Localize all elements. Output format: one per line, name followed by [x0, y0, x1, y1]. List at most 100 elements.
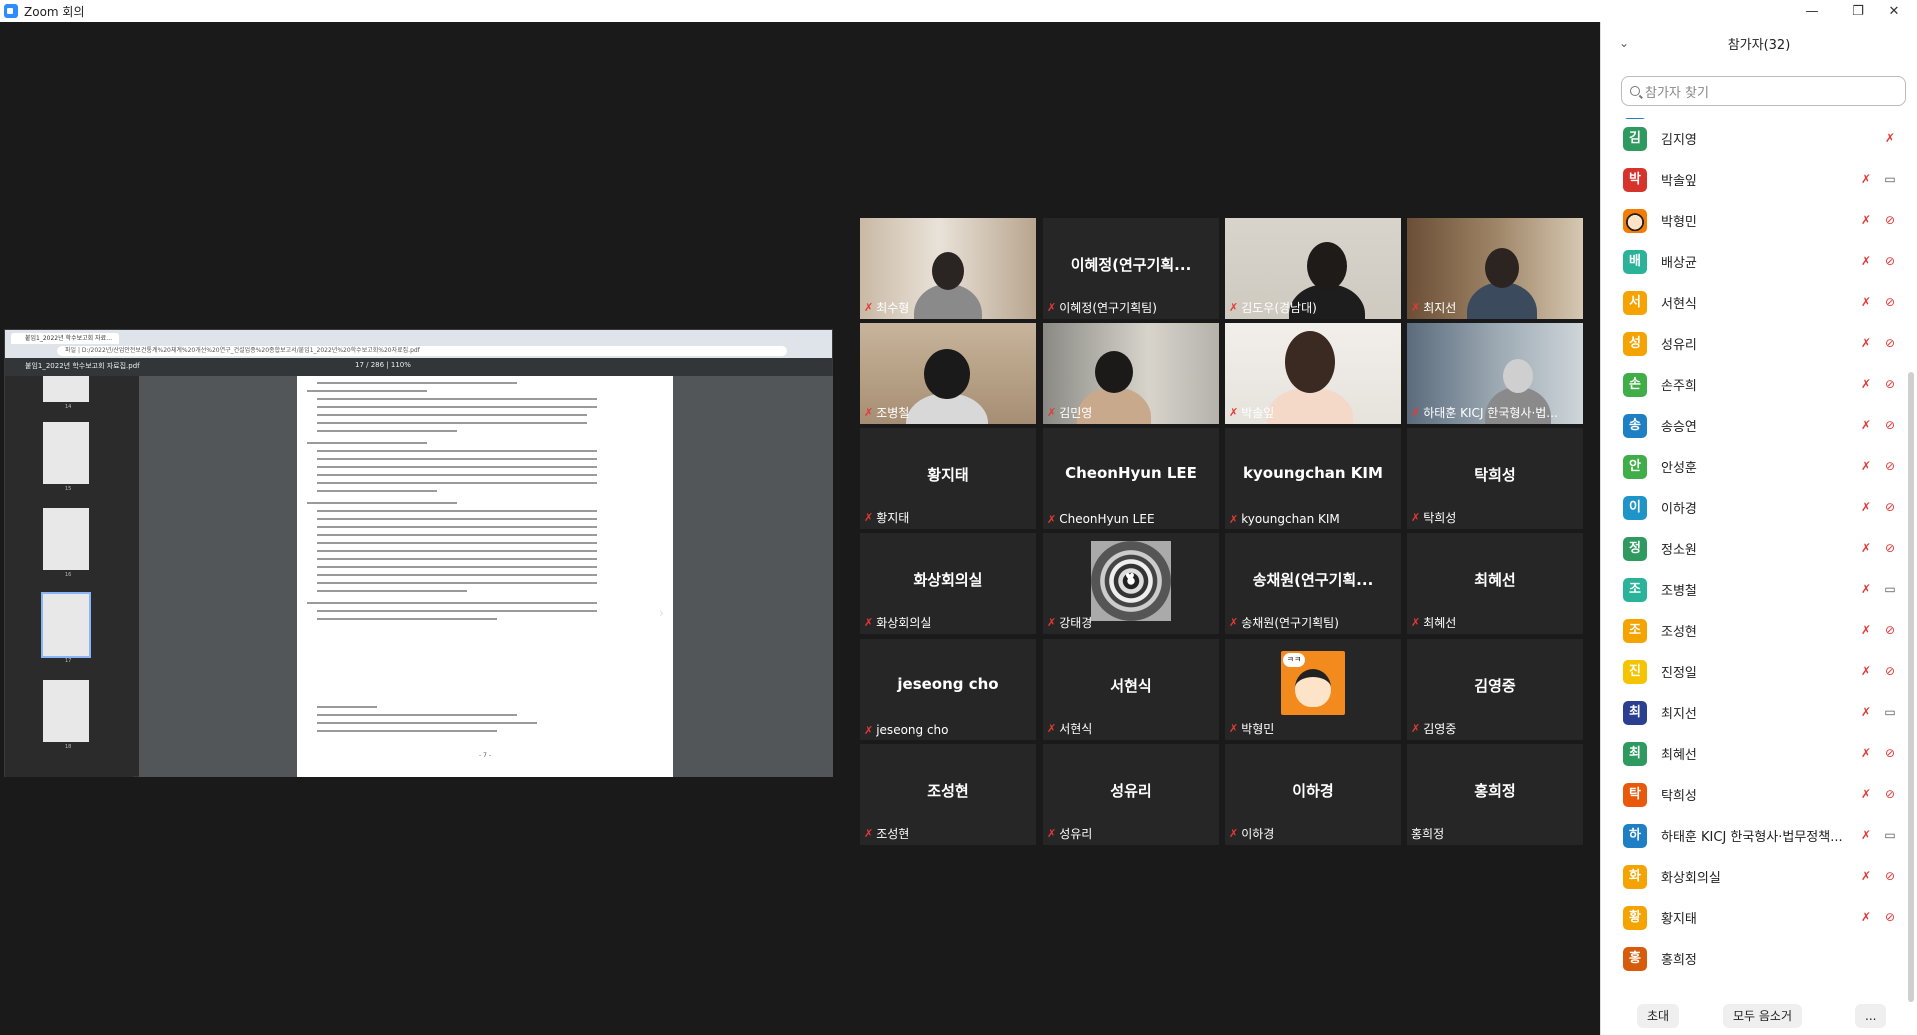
muted-mic-icon: ✗	[864, 406, 874, 419]
camera-icon: ▭	[1884, 582, 1896, 596]
muted-mic-icon: ✗	[1229, 512, 1239, 526]
tile-name-label: ✗ 이혜정(연구기획팀)	[1047, 299, 1157, 316]
participant-row[interactable]: 서 서현식 ✗ ⊘	[1601, 282, 1901, 323]
tile-name-text: 김영중	[1423, 722, 1457, 736]
video-tile[interactable]: 서현식 ✗ 서현식	[1043, 639, 1219, 740]
video-tile[interactable]: CheonHyun LEE ✗ CheonHyun LEE	[1043, 428, 1219, 529]
tile-name-label: ✗ 송채원(연구기획팀)	[1229, 614, 1339, 631]
participant-row[interactable]: 손 손주희 ✗ ⊘	[1601, 364, 1901, 405]
participant-row[interactable]: 정 정소원 ✗ ⊘	[1601, 528, 1901, 569]
pdf-thumb-label: 15	[65, 486, 72, 492]
video-tile[interactable]: 이하경 ✗ 이하경	[1225, 744, 1401, 845]
participant-row[interactable]: 최 최지선 ✗ ▭	[1601, 692, 1901, 733]
muted-mic-icon: ✗	[1411, 301, 1421, 314]
tile-name-text: 화상회의실	[876, 616, 932, 630]
tile-name-label: ✗ 서현식	[1047, 720, 1092, 737]
participant-row[interactable]: 이 이하경 ✗ ⊘	[1601, 487, 1901, 528]
tile-name-text: 이혜정(연구기획팀)	[1059, 301, 1157, 315]
muted-mic-icon: ✗	[1229, 301, 1239, 314]
video-tile[interactable]: ♥ ✗ 강태경	[1043, 533, 1219, 634]
video-tile[interactable]: 성유리 ✗ 성유리	[1043, 744, 1219, 845]
muted-mic-icon: ✗	[1047, 512, 1057, 526]
close-button[interactable]: ✕	[1871, 0, 1917, 22]
video-tile[interactable]: 탁희성 ✗ 탁희성	[1407, 428, 1583, 529]
video-tile[interactable]: ✗ 하태훈 KICJ 한국형사·법...	[1407, 323, 1583, 424]
pdf-text-line	[317, 706, 377, 708]
shared-screen[interactable]: 붙임1_2022년 학수보고회 자료… 파일 | D:/2022년/산업안전보건…	[4, 329, 833, 777]
participant-row[interactable]: 조 조성현 ✗ ⊘	[1601, 610, 1901, 651]
tile-name-text: 김도우(경남대)	[1241, 301, 1317, 315]
tile-name-label: ✗ 조성현	[864, 825, 909, 842]
muted-mic-icon: ✗	[1860, 418, 1872, 432]
muted-mic-icon: ✗	[1229, 722, 1239, 735]
participant-row[interactable]: 탁 탁희성 ✗ ⊘	[1601, 774, 1901, 815]
camera-off-icon: ⊘	[1884, 664, 1896, 678]
participant-row[interactable]: 배 배상균 ✗ ⊘	[1601, 241, 1901, 282]
video-tile[interactable]: ✗ 조병철	[860, 323, 1036, 424]
tile-name-text: 최혜선	[1423, 616, 1457, 630]
pdf-thumb-label: 14	[65, 404, 72, 410]
video-tile[interactable]: jeseong cho ✗ jeseong cho	[860, 639, 1036, 740]
participant-row[interactable]: 박 박솔잎 ✗ ▭	[1601, 159, 1901, 200]
muted-mic-icon: ✗	[864, 723, 874, 737]
participant-name: 안성훈	[1661, 461, 1697, 476]
video-tile[interactable]: ✗ 최지선	[1407, 218, 1583, 319]
participant-row[interactable]: 최 최혜선 ✗ ⊘	[1601, 733, 1901, 774]
muted-mic-icon: ✗	[1411, 511, 1421, 524]
tile-display-name: 탁희성	[1474, 466, 1516, 484]
video-tile[interactable]: 김영중 ✗ 김영중	[1407, 639, 1583, 740]
muted-mic-icon: ✗	[1411, 616, 1421, 629]
invite-button[interactable]: 초대	[1637, 1004, 1680, 1028]
muted-mic-icon: ✗	[1229, 827, 1239, 840]
video-tile[interactable]: 송채원(연구기획... ✗ 송채원(연구기획팀)	[1225, 533, 1401, 634]
pdf-text-line	[317, 510, 597, 512]
video-tile[interactable]: ✗ 김도우(경남대)	[1225, 218, 1401, 319]
pdf-text-line	[317, 542, 597, 544]
participant-row[interactable]: 성 성유리 ✗ ⊘	[1601, 323, 1901, 364]
pdf-text-line	[317, 490, 437, 492]
video-tile[interactable]: 조성현 ✗ 조성현	[860, 744, 1036, 845]
mute-all-button[interactable]: 모두 음소거	[1723, 1004, 1803, 1028]
participant-list-scrollbar[interactable]	[1908, 372, 1914, 1002]
cartoon-avatar-image: ㅋㅋ	[1281, 651, 1345, 715]
video-tile[interactable]: 화상회의실 ✗ 화상회의실	[860, 533, 1036, 634]
participant-row[interactable]: 황 황지태 ✗ ⊘	[1601, 897, 1901, 938]
muted-mic-icon: ✗	[1884, 131, 1896, 145]
participant-name: 박솔잎	[1661, 174, 1697, 189]
video-tile[interactable]: kyoungchan KIM ✗ kyoungchan KIM	[1225, 428, 1401, 529]
zoom-app-icon	[4, 4, 18, 18]
video-tile[interactable]: 이혜정(연구기획... ✗ 이혜정(연구기획팀)	[1043, 218, 1219, 319]
participant-row[interactable]: 하 하태훈 KICJ 한국형사·법무정책... ✗ ▭	[1601, 815, 1901, 856]
video-tile[interactable]: 홍희정 홍희정	[1407, 744, 1583, 845]
camera-off-icon: ⊘	[1884, 500, 1896, 514]
pdf-page-indicator: 17 / 286 | 110%	[355, 361, 411, 369]
tile-display-name: kyoungchan KIM	[1243, 464, 1383, 482]
participant-search-input[interactable]: 참가자 찾기	[1621, 76, 1906, 106]
video-tile[interactable]: 최혜선 ✗ 최혜선	[1407, 533, 1583, 634]
participant-avatar: 최	[1623, 701, 1647, 725]
next-page-chevron[interactable]: ›	[659, 606, 664, 620]
more-options-button[interactable]: ...	[1855, 1004, 1887, 1028]
participant-row[interactable]: 화 화상회의실 ✗ ⊘	[1601, 856, 1901, 897]
participant-row[interactable]: 박형민 ✗ ⊘	[1601, 200, 1901, 241]
participant-row[interactable]: 안 안성훈 ✗ ⊘	[1601, 446, 1901, 487]
minimize-button[interactable]: —	[1789, 0, 1835, 22]
tile-name-label: ✗ jeseong cho	[864, 723, 949, 737]
tile-name-label: ✗ 화상회의실	[864, 614, 931, 631]
browser-tab: 붙임1_2022년 학수보고회 자료…	[11, 333, 119, 344]
participant-name: 송승연	[1661, 420, 1697, 435]
participant-name: 배상균	[1661, 256, 1697, 271]
participant-avatar: 배	[1623, 250, 1647, 274]
video-tile[interactable]: ✗ 최수형	[860, 218, 1036, 319]
participant-row[interactable]: 진 진정일 ✗ ⊘	[1601, 651, 1901, 692]
participant-row[interactable]: 홍 홍희정	[1601, 938, 1901, 979]
participant-row[interactable]: 조 조병철 ✗ ▭	[1601, 569, 1901, 610]
participant-row[interactable]: 김 김지영 ✗	[1601, 118, 1901, 159]
participant-row[interactable]: 송 송승연 ✗ ⊘	[1601, 405, 1901, 446]
video-tile[interactable]: ✗ 김민영	[1043, 323, 1219, 424]
video-tile[interactable]: 황지태 ✗ 황지태	[860, 428, 1036, 529]
video-tile[interactable]: ㅋㅋ ✗ 박형민	[1225, 639, 1401, 740]
video-tile[interactable]: ✗ 박솔잎	[1225, 323, 1401, 424]
camera-icon: ▭	[1884, 705, 1896, 719]
participant-photo-avatar	[1623, 209, 1647, 233]
